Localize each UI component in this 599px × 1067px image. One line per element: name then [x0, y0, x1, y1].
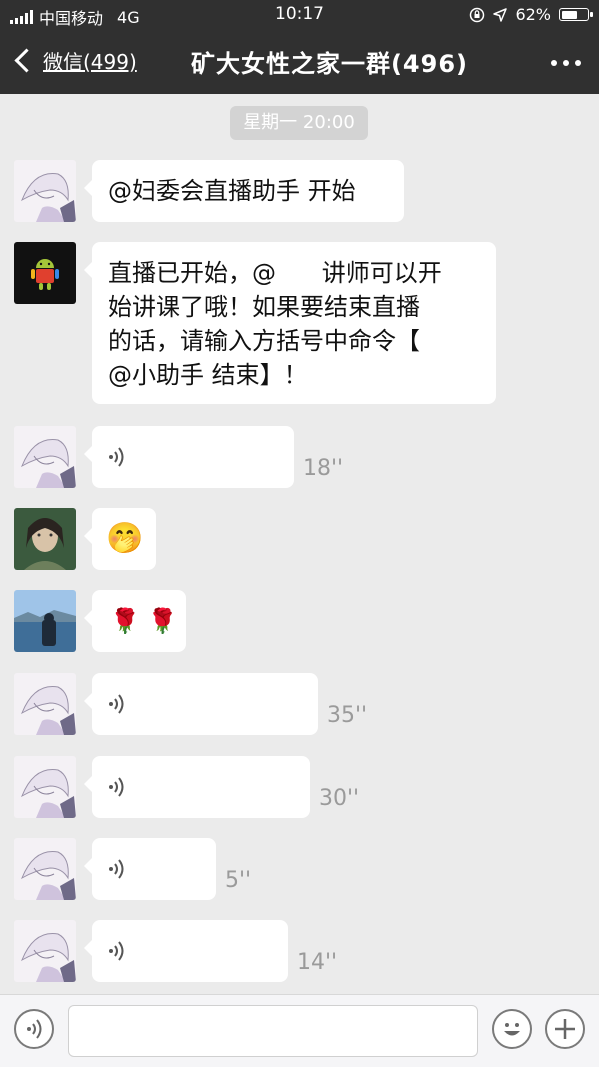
message-text: 直播已开始，@ 讲师可以开 始讲课了哦！如果要结束直播 的话，请输入方括号中命令… — [108, 259, 442, 389]
seaside-photo-avatar[interactable] — [14, 590, 76, 652]
message-bubble[interactable]: 🤭 — [84, 508, 156, 570]
emoji-button[interactable] — [492, 1009, 532, 1049]
plus-icon — [555, 1019, 575, 1039]
nav-bar: 微信(499) 矿大女性之家一群(496) — [0, 30, 599, 94]
voice-message-bubble[interactable] — [84, 756, 310, 818]
message-bubble[interactable]: @妇委会直播助手 开始 — [84, 160, 404, 222]
fantasy-woman-avatar[interactable] — [14, 508, 76, 570]
chat-input-bar — [0, 994, 599, 1067]
message-input[interactable] — [68, 1005, 478, 1057]
more-options-button[interactable] — [551, 60, 581, 66]
location-arrow-icon — [493, 7, 508, 22]
status-bar: 中国移动 4G 10:17 62% — [0, 0, 599, 30]
emoji-content: 🤭 — [106, 521, 144, 556]
voice-duration: 14'' — [297, 950, 338, 975]
battery-icon — [559, 8, 593, 21]
voice-message-bubble[interactable] — [84, 920, 288, 982]
header: 中国移动 4G 10:17 62% 微信(499) 矿大女性之家一群(496) — [0, 0, 599, 94]
voice-message-bubble[interactable] — [84, 673, 318, 735]
voice-wave-icon — [109, 941, 124, 961]
voice-input-button[interactable] — [14, 1009, 54, 1049]
chevron-left-icon — [14, 48, 39, 73]
chat-title: 矿大女性之家一群(496) — [190, 50, 469, 78]
back-button[interactable]: 微信(499) — [12, 46, 137, 75]
time-divider: 星期一 20:00 — [230, 106, 368, 140]
voice-wave-icon — [109, 694, 124, 714]
smiley-face-icon — [504, 1023, 520, 1036]
more-functions-button[interactable] — [545, 1009, 585, 1049]
anime-sketch-avatar[interactable] — [14, 426, 76, 488]
emoji-content: 🌹 🌹 — [110, 607, 178, 635]
back-label: 微信(499) — [43, 50, 137, 74]
voice-wave-icon — [109, 859, 124, 879]
anime-sketch-avatar[interactable] — [14, 160, 76, 222]
message-bubble[interactable]: 直播已开始，@ 讲师可以开 始讲课了哦！如果要结束直播 的话，请输入方括号中命令… — [84, 242, 496, 404]
voice-message-bubble[interactable] — [84, 426, 294, 488]
voice-message-bubble[interactable] — [84, 838, 216, 900]
voice-wave-icon — [109, 777, 124, 797]
voice-duration: 18'' — [303, 456, 344, 481]
voice-duration: 30'' — [319, 786, 360, 811]
android-bot-avatar[interactable] — [14, 242, 76, 304]
orientation-lock-icon — [470, 7, 485, 22]
battery-percent: 62% — [515, 5, 551, 24]
anime-sketch-avatar[interactable] — [14, 838, 76, 900]
voice-duration: 35'' — [327, 703, 368, 728]
status-right-group: 62% — [469, 5, 593, 24]
anime-sketch-avatar[interactable] — [14, 756, 76, 818]
voice-wave-icon — [27, 1019, 42, 1039]
voice-duration: 5'' — [225, 868, 252, 893]
message-text: @妇委会直播助手 开始 — [108, 177, 356, 205]
voice-wave-icon — [109, 447, 124, 467]
anime-sketch-avatar[interactable] — [14, 673, 76, 735]
message-bubble[interactable]: 🌹 🌹 — [84, 590, 186, 652]
anime-sketch-avatar[interactable] — [14, 920, 76, 982]
